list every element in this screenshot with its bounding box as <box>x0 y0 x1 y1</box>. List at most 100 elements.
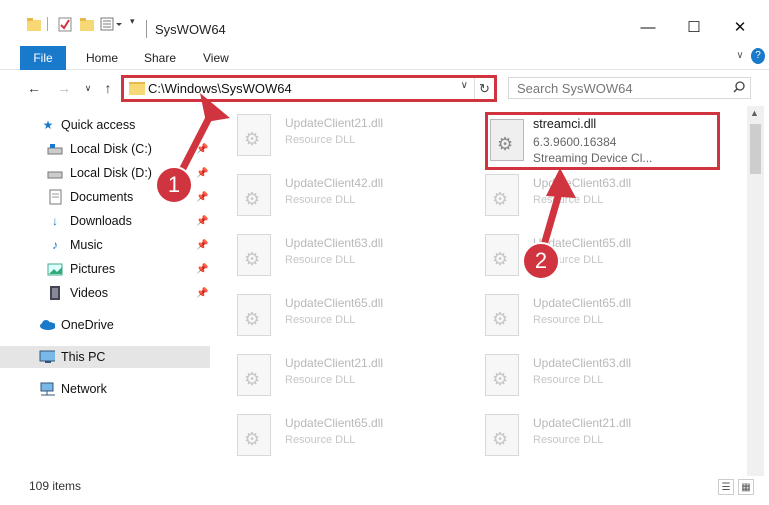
file-type: Resource DLL <box>285 194 356 206</box>
scroll-thumb[interactable] <box>750 124 761 174</box>
scroll-up-icon[interactable]: ▲ <box>750 108 759 118</box>
tab-share[interactable]: Share <box>144 46 176 70</box>
back-button[interactable]: ← <box>24 77 44 99</box>
maximize-button[interactable]: ☐ <box>671 14 717 40</box>
dropdown-icon[interactable]: ▾ <box>130 16 146 32</box>
sidebar-item-label: OneDrive <box>61 318 114 332</box>
pictures-icon <box>47 261 63 277</box>
file-name: UpdateClient21.dll <box>285 356 384 370</box>
file-name: UpdateClient63.dll <box>533 356 632 370</box>
file-type: Resource DLL <box>285 314 356 326</box>
file-item[interactable]: ⚙ UpdateClient65.dll Resource DLL <box>463 228 693 284</box>
details-view-icon[interactable]: ☰ <box>718 479 734 495</box>
close-button[interactable]: ✕ <box>717 14 763 40</box>
expand-ribbon-icon[interactable]: ∨ <box>733 50 747 64</box>
file-type: Resource DLL <box>285 254 356 266</box>
file-item[interactable]: ⚙ UpdateClient21.dll Resource DLL <box>215 348 445 404</box>
pin-icon[interactable]: 📌 <box>196 216 208 227</box>
dll-file-icon: ⚙ <box>237 234 271 276</box>
step-badge-2: 2 <box>522 242 560 280</box>
pin-icon[interactable]: 📌 <box>196 192 208 203</box>
dll-file-icon: ⚙ <box>237 174 271 216</box>
tab-home[interactable]: Home <box>86 46 118 70</box>
chevron-down-icon[interactable]: ∨ <box>461 80 468 91</box>
sidebar-item-label: This PC <box>61 350 106 364</box>
refresh-icon[interactable]: ↻ <box>474 78 494 99</box>
window-title: SysWOW64 <box>155 22 226 37</box>
sidebar-item-local-disk-c[interactable]: Local Disk (C:) 📌 <box>0 138 210 160</box>
file-item[interactable]: ⚙ UpdateClient65.dll Resource DLL <box>215 408 445 464</box>
network-icon <box>39 381 55 397</box>
file-type: Resource DLL <box>285 434 356 446</box>
file-type: Resource DLL <box>285 374 356 386</box>
dll-file-icon: ⚙ <box>237 354 271 396</box>
sidebar-item-label: Local Disk (D:) <box>70 166 152 180</box>
file-item[interactable]: ⚙ UpdateClient65.dll Resource DLL <box>463 288 693 344</box>
properties-icon[interactable] <box>57 16 73 32</box>
file-item[interactable]: ⚙ UpdateClient21.dll Resource DLL <box>215 108 445 164</box>
sidebar-item-onedrive[interactable]: OneDrive <box>0 314 210 336</box>
search-icon[interactable] <box>733 81 745 96</box>
item-count: 109 items <box>29 479 82 493</box>
file-name: UpdateClient63.dll <box>533 176 632 190</box>
pin-icon[interactable]: 📌 <box>196 264 208 275</box>
search-input[interactable]: Search SysWOW64 <box>508 77 751 99</box>
vertical-scrollbar[interactable]: ▲ <box>747 106 764 476</box>
documents-icon <box>47 189 63 205</box>
file-name: UpdateClient42.dll <box>285 176 384 190</box>
sidebar-item-videos[interactable]: Videos 📌 <box>0 282 210 304</box>
file-type: Resource DLL <box>533 374 604 386</box>
folder-icon <box>129 82 145 95</box>
file-name: UpdateClient63.dll <box>285 236 384 250</box>
star-icon: ★ <box>42 118 54 132</box>
large-icons-view-icon[interactable]: ▦ <box>738 479 754 495</box>
tab-view[interactable]: View <box>203 46 229 70</box>
sidebar-item-label: Videos <box>70 286 108 300</box>
customize-icon[interactable] <box>100 16 126 32</box>
folder-icon[interactable] <box>26 16 42 32</box>
up-button[interactable]: ↑ <box>98 77 118 99</box>
videos-icon <box>47 285 63 301</box>
forward-button[interactable]: → <box>54 77 74 99</box>
dll-file-icon: ⚙ <box>485 414 519 456</box>
new-folder-icon[interactable] <box>79 16 95 32</box>
pin-icon[interactable]: 📌 <box>196 288 208 299</box>
dll-file-icon: ⚙ <box>485 294 519 336</box>
file-type: Resource DLL <box>285 134 356 146</box>
sidebar-item-network[interactable]: Network <box>0 378 210 400</box>
target-file-highlight[interactable]: ⚙ streamci.dll 6.3.9600.16384 Streaming … <box>485 112 720 170</box>
pin-icon[interactable]: 📌 <box>196 168 208 179</box>
sidebar-item-music[interactable]: ♪ Music 📌 <box>0 234 210 256</box>
file-version: 6.3.9600.16384 <box>533 135 617 149</box>
sidebar-item-label: Music <box>70 238 103 252</box>
sidebar-item-this-pc[interactable]: This PC <box>0 346 210 368</box>
file-item[interactable]: ⚙ UpdateClient42.dll Resource DLL <box>215 168 445 224</box>
sidebar-item-label: Local Disk (C:) <box>70 142 152 156</box>
pin-icon[interactable]: 📌 <box>196 144 208 155</box>
file-item[interactable]: ⚙ UpdateClient21.dll Resource DLL <box>463 408 693 464</box>
dll-file-icon: ⚙ <box>485 174 519 216</box>
file-item[interactable]: ⚙ UpdateClient63.dll Resource DLL <box>463 348 693 404</box>
sidebar-item-quick-access[interactable]: ★ Quick access <box>0 114 210 136</box>
address-bar[interactable]: C:\Windows\SysWOW64 ∨ ↻ <box>121 75 497 102</box>
dll-file-icon: ⚙ <box>485 234 519 276</box>
address-path[interactable]: C:\Windows\SysWOW64 <box>148 81 292 96</box>
sidebar-item-label: Documents <box>70 190 134 204</box>
file-item[interactable]: ⚙ UpdateClient63.dll Resource DLL <box>463 168 693 224</box>
file-item[interactable]: ⚙ UpdateClient63.dll Resource DLL <box>215 228 445 284</box>
sidebar-item-label: Downloads <box>70 214 132 228</box>
sidebar-item-pictures[interactable]: Pictures 📌 <box>0 258 210 280</box>
file-item[interactable]: ⚙ UpdateClient65.dll Resource DLL <box>215 288 445 344</box>
title-bar: ▾ SysWOW64 — ☐ ✕ <box>0 0 769 40</box>
sidebar-item-downloads[interactable]: ↓ Downloads 📌 <box>0 210 210 232</box>
sidebar-item-label: Quick access <box>61 118 136 132</box>
recent-locations-button[interactable]: ∨ <box>78 77 98 99</box>
file-name: UpdateClient65.dll <box>285 296 384 310</box>
ribbon: File Home Share View ∨ ? <box>0 46 769 70</box>
separator-icon <box>47 16 49 32</box>
tab-file[interactable]: File <box>20 46 66 70</box>
pin-icon[interactable]: 📌 <box>196 240 208 251</box>
dll-file-icon: ⚙ <box>237 294 271 336</box>
minimize-button[interactable]: — <box>625 14 671 40</box>
help-icon[interactable]: ? <box>751 48 765 64</box>
